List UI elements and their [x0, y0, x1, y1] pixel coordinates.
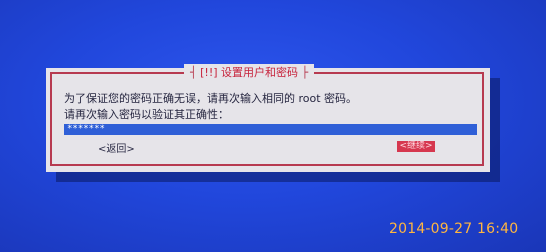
continue-button[interactable]: <继续> [397, 141, 435, 152]
warning-marker: [!!] [200, 66, 218, 79]
back-button[interactable]: <返回> [98, 140, 135, 155]
dialog-title-text: 设置用户和密码 [221, 66, 299, 79]
confirm-message-line1: 为了保证您的密码正确无误，请再次输入相同的 root 密码。 [64, 92, 358, 105]
dialog-frame: ┤ [!!] 设置用户和密码 ├ 为了保证您的密码正确无误，请再次输入相同的 r… [50, 64, 484, 166]
password-confirm-input[interactable] [64, 124, 477, 135]
password-confirm-dialog: ┤ [!!] 设置用户和密码 ├ 为了保证您的密码正确无误，请再次输入相同的 r… [46, 64, 490, 172]
installer-screen: ┤ [!!] 设置用户和密码 ├ 为了保证您的密码正确无误，请再次输入相同的 r… [0, 0, 546, 252]
title-left-tick: ┤ [190, 66, 201, 79]
dialog-title: ┤ [!!] 设置用户和密码 ├ [184, 64, 315, 82]
title-right-tick: ├ [298, 66, 309, 79]
photo-timestamp: 2014-09-27 16:40 [389, 221, 519, 237]
confirm-message-line2: 请再次输入密码以验证其正确性： [64, 108, 229, 121]
